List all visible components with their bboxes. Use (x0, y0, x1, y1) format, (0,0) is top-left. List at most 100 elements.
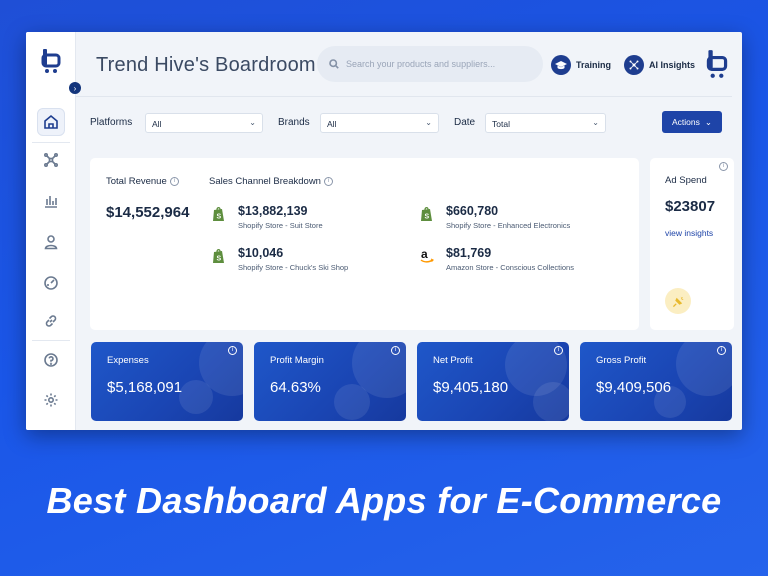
info-icon[interactable]: i (391, 346, 400, 355)
channel-name: Shopify Store - Suit Store (238, 221, 323, 230)
user-icon (44, 235, 58, 250)
sidebar-item-users[interactable] (37, 228, 65, 256)
link-icon (45, 315, 57, 327)
shopify-icon: S (421, 207, 432, 221)
training-label: Training (576, 60, 612, 70)
kpi-card-net-profit: i Net Profit $9,405,180 (417, 342, 569, 421)
actions-label: Actions (672, 117, 700, 127)
ai-insights-label: AI Insights (649, 60, 696, 70)
sidebar-item-performance[interactable] (37, 269, 65, 297)
sidebar-item-home[interactable] (37, 108, 65, 136)
sidebar-divider (32, 142, 70, 143)
ad-spend-card: i Ad Spend $23807 view insights (650, 158, 734, 330)
home-icon (44, 114, 58, 129)
ad-spend-value: $23807 (665, 198, 716, 215)
channel-value: $660,780 (446, 204, 499, 218)
total-revenue-value: $14,552,964 (106, 204, 190, 221)
sidebar (26, 32, 76, 430)
actions-button[interactable]: Actions ⌄ (662, 111, 722, 133)
platforms-value: All (152, 119, 162, 129)
page-title: Trend Hive's Boardroom (96, 54, 316, 76)
ai-insights-button[interactable]: AI Insights (624, 54, 695, 76)
info-icon[interactable]: i (719, 162, 728, 171)
search-icon (329, 59, 339, 69)
svg-text:S: S (217, 256, 222, 263)
kpi-value: $9,405,180 (433, 379, 509, 396)
headline-text: Best Dashboard Apps for E-Commerce (46, 480, 722, 521)
ad-spend-label: Ad Spend (665, 175, 707, 186)
chevron-down-icon: ⌄ (249, 118, 256, 127)
kpi-title: Gross Profit (596, 355, 647, 366)
kpi-value: $9,409,506 (596, 379, 672, 396)
sidebar-item-settings[interactable] (37, 386, 65, 414)
sales-channel-label-text: Sales Channel Breakdown (209, 176, 321, 187)
brands-value: All (327, 119, 337, 129)
kpi-value: $5,168,091 (107, 379, 183, 396)
channel-name: Shopify Store - Enhanced Electronics (446, 221, 571, 230)
info-icon[interactable]: i (717, 346, 726, 355)
channel-item: a $81,769 Amazon Store - Conscious Colle… (420, 246, 620, 276)
sidebar-collapse-button[interactable]: › (69, 82, 81, 94)
info-icon[interactable]: i (323, 176, 333, 186)
svg-text:S: S (217, 214, 222, 221)
kpi-card-expenses: i Expenses $5,168,091 (91, 342, 243, 421)
total-revenue-label: Total Revenue i (106, 176, 179, 187)
lightbulb-icon (672, 295, 684, 307)
brands-select[interactable]: All ⌄ (320, 113, 439, 133)
sidebar-item-integrations[interactable] (37, 307, 65, 335)
bar-chart-icon (45, 196, 57, 208)
svg-text:a: a (421, 248, 428, 261)
kpi-title: Net Profit (433, 355, 473, 366)
channel-name: Amazon Store - Conscious Collections (446, 263, 574, 272)
brands-label: Brands (278, 117, 310, 128)
sidebar-item-analytics[interactable] (37, 187, 65, 215)
sidebar-item-network[interactable] (37, 146, 65, 174)
search-bar[interactable] (317, 46, 543, 82)
sidebar-divider (32, 340, 70, 341)
channel-item: S $13,882,139 Shopify Store - Suit Store (212, 204, 412, 234)
sidebar-item-help[interactable] (37, 346, 65, 374)
chevron-right-icon: › (73, 83, 77, 93)
kpi-value: 64.63% (270, 379, 321, 396)
search-input[interactable] (346, 59, 516, 69)
channel-value: $13,882,139 (238, 204, 308, 218)
channel-value: $81,769 (446, 246, 492, 260)
shopify-icon: S (213, 207, 224, 221)
kpi-title: Expenses (107, 355, 149, 366)
info-icon[interactable]: i (554, 346, 563, 355)
kpi-title: Profit Margin (270, 355, 324, 366)
chevron-down-icon: ⌄ (592, 118, 599, 127)
shopify-icon: S (213, 249, 224, 263)
info-icon[interactable]: i (169, 176, 179, 186)
gauge-icon (44, 276, 58, 290)
date-select[interactable]: Total ⌄ (485, 113, 606, 133)
decorative-bubble (334, 384, 370, 420)
platforms-select[interactable]: All ⌄ (145, 113, 263, 133)
total-revenue-label-text: Total Revenue (106, 176, 167, 187)
app-logo-icon[interactable] (39, 48, 63, 74)
network-icon (43, 152, 59, 168)
channel-value: $10,046 (238, 246, 284, 260)
header-divider (76, 96, 732, 97)
ai-network-icon (624, 55, 644, 75)
main-content: Trend Hive's Boardroom Training AI Insig… (76, 32, 742, 430)
date-label: Date (454, 117, 476, 128)
channel-name: Shopify Store - Chuck's Ski Shop (238, 263, 349, 272)
revenue-card: Total Revenue i $14,552,964 Sales Channel… (90, 158, 639, 330)
brand-logo-icon (706, 50, 728, 78)
view-insights-link[interactable]: view insights (665, 228, 713, 238)
svg-text:S: S (425, 214, 430, 221)
sales-channel-label: Sales Channel Breakdown i (209, 176, 333, 187)
training-button[interactable]: Training (551, 54, 611, 76)
platforms-label: Platforms (90, 117, 133, 128)
lightbulb-button[interactable] (665, 288, 691, 314)
filter-bar: Platforms All ⌄ Brands All ⌄ Date Total … (90, 112, 740, 134)
info-icon[interactable]: i (228, 346, 237, 355)
decorative-bubble (533, 382, 569, 421)
channel-item: S $660,780 Shopify Store - Enhanced Elec… (420, 204, 620, 234)
chevron-down-icon: ⌄ (425, 118, 432, 127)
kpi-card-gross-profit: i Gross Profit $9,409,506 (580, 342, 732, 421)
app-window: › Trend Hive's Boardroom Training AI Ins… (26, 32, 742, 430)
graduation-cap-icon (551, 55, 571, 75)
amazon-icon: a (420, 248, 434, 263)
